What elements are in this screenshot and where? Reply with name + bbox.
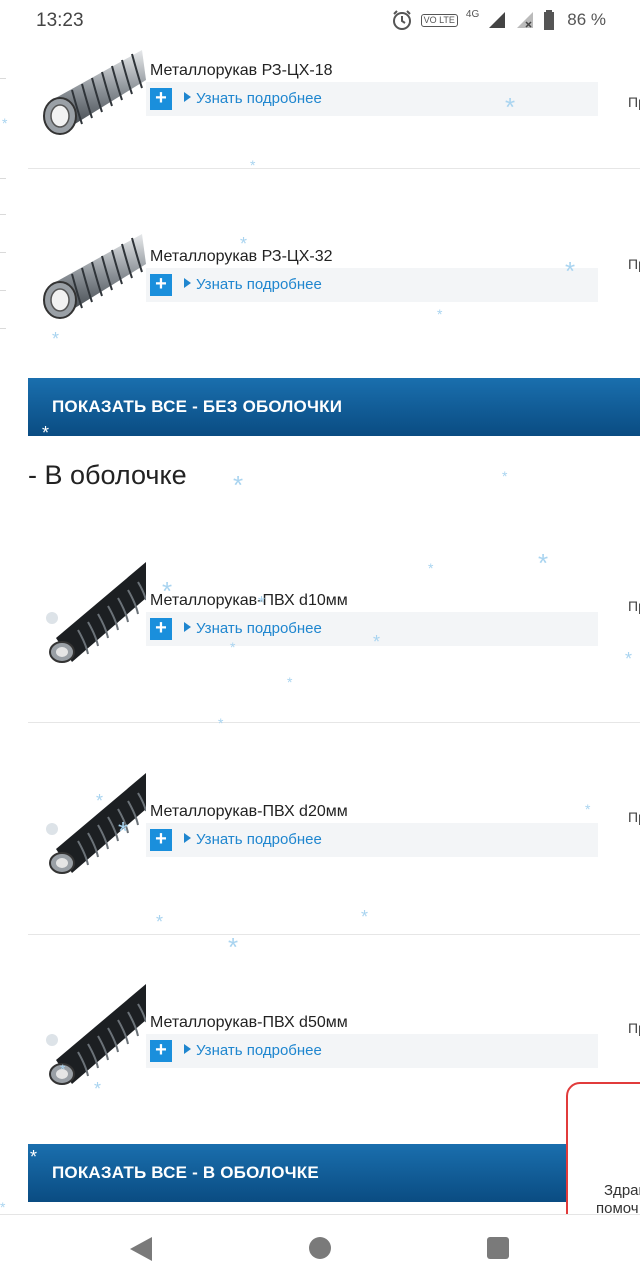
signal-sim2-icon: [517, 12, 534, 28]
more-info-label[interactable]: Узнать подробнее: [196, 620, 322, 637]
product-card[interactable]: Металлорукав РЗ-ЦХ-18 + Узнать подробнее…: [28, 40, 640, 169]
more-info-link[interactable]: Узнать подробнее: [184, 620, 322, 637]
product-card[interactable]: Металлорукав-ПВХ d50мм + Узнать подробне…: [28, 934, 640, 1124]
price-label-cut: Пр: [628, 256, 640, 272]
pvc-hose-image: [46, 984, 146, 1085]
triangle-right-icon: [184, 622, 191, 632]
battery-icon: [544, 10, 555, 30]
section-title: - В оболочке: [28, 460, 187, 490]
more-info-link[interactable]: Узнать подробнее: [184, 276, 322, 293]
snowflake-icon: *: [2, 115, 8, 131]
metal-hose-image: [43, 234, 146, 319]
plus-icon[interactable]: +: [150, 618, 172, 640]
chat-greeting-line1: Здрав: [604, 1182, 640, 1199]
chat-widget[interactable]: Здрав помоч: [566, 1082, 640, 1236]
product-title[interactable]: Металлорукав-ПВХ d10мм: [150, 592, 348, 610]
show-all-label[interactable]: ПОКАЗАТЬ ВСЕ - БЕЗ ОБОЛОЧКИ: [52, 397, 342, 417]
price-label-cut: Пр: [628, 94, 640, 110]
show-all-no-sheath-button[interactable]: ПОКАЗАТЬ ВСЕ - БЕЗ ОБОЛОЧКИ: [28, 378, 640, 436]
more-info-label[interactable]: Узнать подробнее: [196, 831, 322, 848]
edge-mark: [0, 328, 6, 329]
status-icons: VO LTE 4G 86 %: [391, 9, 606, 31]
back-icon[interactable]: [130, 1237, 152, 1261]
product-title[interactable]: Металлорукав РЗ-ЦХ-32: [150, 248, 333, 266]
edge-mark: [0, 78, 6, 79]
pvc-hose-image: [46, 562, 146, 663]
product-card[interactable]: Металлорукав-ПВХ d10мм + Узнать подробне…: [28, 512, 640, 723]
product-title[interactable]: Металлорукав-ПВХ d50мм: [150, 1014, 348, 1032]
network-type-icon: 4G: [465, 8, 480, 20]
system-nav-bar: [0, 1214, 640, 1281]
snowflake-icon: *: [502, 468, 508, 484]
show-all-sheath-button[interactable]: ПОКАЗАТЬ ВСЕ - В ОБОЛОЧКЕ: [28, 1144, 640, 1202]
edge-mark: [0, 178, 6, 179]
price-label-cut: Пр: [628, 598, 640, 614]
snowflake-icon: *: [0, 1199, 6, 1215]
product-card[interactable]: Металлорукав-ПВХ d20мм + Узнать подробне…: [28, 723, 640, 935]
show-all-label[interactable]: ПОКАЗАТЬ ВСЕ - В ОБОЛОЧКЕ: [52, 1163, 319, 1183]
more-info-label[interactable]: Узнать подробнее: [196, 90, 322, 107]
status-time: 13:23: [36, 10, 84, 31]
snowflake-icon: *: [233, 470, 244, 500]
more-info-bar: + Узнать подробнее: [146, 1034, 598, 1068]
pvc-hose-image: [46, 773, 146, 874]
home-icon[interactable]: [309, 1237, 331, 1259]
plus-icon[interactable]: +: [150, 829, 172, 851]
more-info-link[interactable]: Узнать подробнее: [184, 831, 322, 848]
more-info-bar: + Узнать подробнее: [146, 268, 598, 302]
triangle-right-icon: [184, 1044, 191, 1054]
triangle-right-icon: [184, 833, 191, 843]
product-title[interactable]: Металлорукав-ПВХ d20мм: [150, 803, 348, 821]
more-info-bar: + Узнать подробнее: [146, 612, 598, 646]
product-card[interactable]: Металлорукав РЗ-ЦХ-32 + Узнать подробнее…: [28, 168, 640, 358]
more-info-link[interactable]: Узнать подробнее: [184, 1042, 322, 1059]
plus-icon[interactable]: +: [150, 88, 172, 110]
signal-icon: [489, 12, 506, 28]
price-label-cut: Пр: [628, 1020, 640, 1036]
status-bar: 13:23 VO LTE 4G 86 %: [0, 0, 640, 40]
metal-hose-image: [43, 50, 146, 135]
product-title[interactable]: Металлорукав РЗ-ЦХ-18: [150, 62, 333, 80]
more-info-link[interactable]: Узнать подробнее: [184, 90, 322, 107]
more-info-label[interactable]: Узнать подробнее: [196, 1042, 322, 1059]
triangle-right-icon: [184, 92, 191, 102]
price-label-cut: Пр: [628, 809, 640, 825]
edge-mark: [0, 290, 6, 291]
edge-mark: [0, 214, 6, 215]
battery-percent: 86 %: [567, 10, 606, 29]
recent-apps-icon[interactable]: [487, 1237, 509, 1259]
volte-icon: VO LTE: [420, 13, 458, 27]
triangle-right-icon: [184, 278, 191, 288]
more-info-label[interactable]: Узнать подробнее: [196, 276, 322, 293]
more-info-bar: + Узнать подробнее: [146, 823, 598, 857]
plus-icon[interactable]: +: [150, 274, 172, 296]
plus-icon[interactable]: +: [150, 1040, 172, 1062]
more-info-bar: + Узнать подробнее: [146, 82, 598, 116]
alarm-icon: [392, 10, 411, 30]
edge-mark: [0, 252, 6, 253]
